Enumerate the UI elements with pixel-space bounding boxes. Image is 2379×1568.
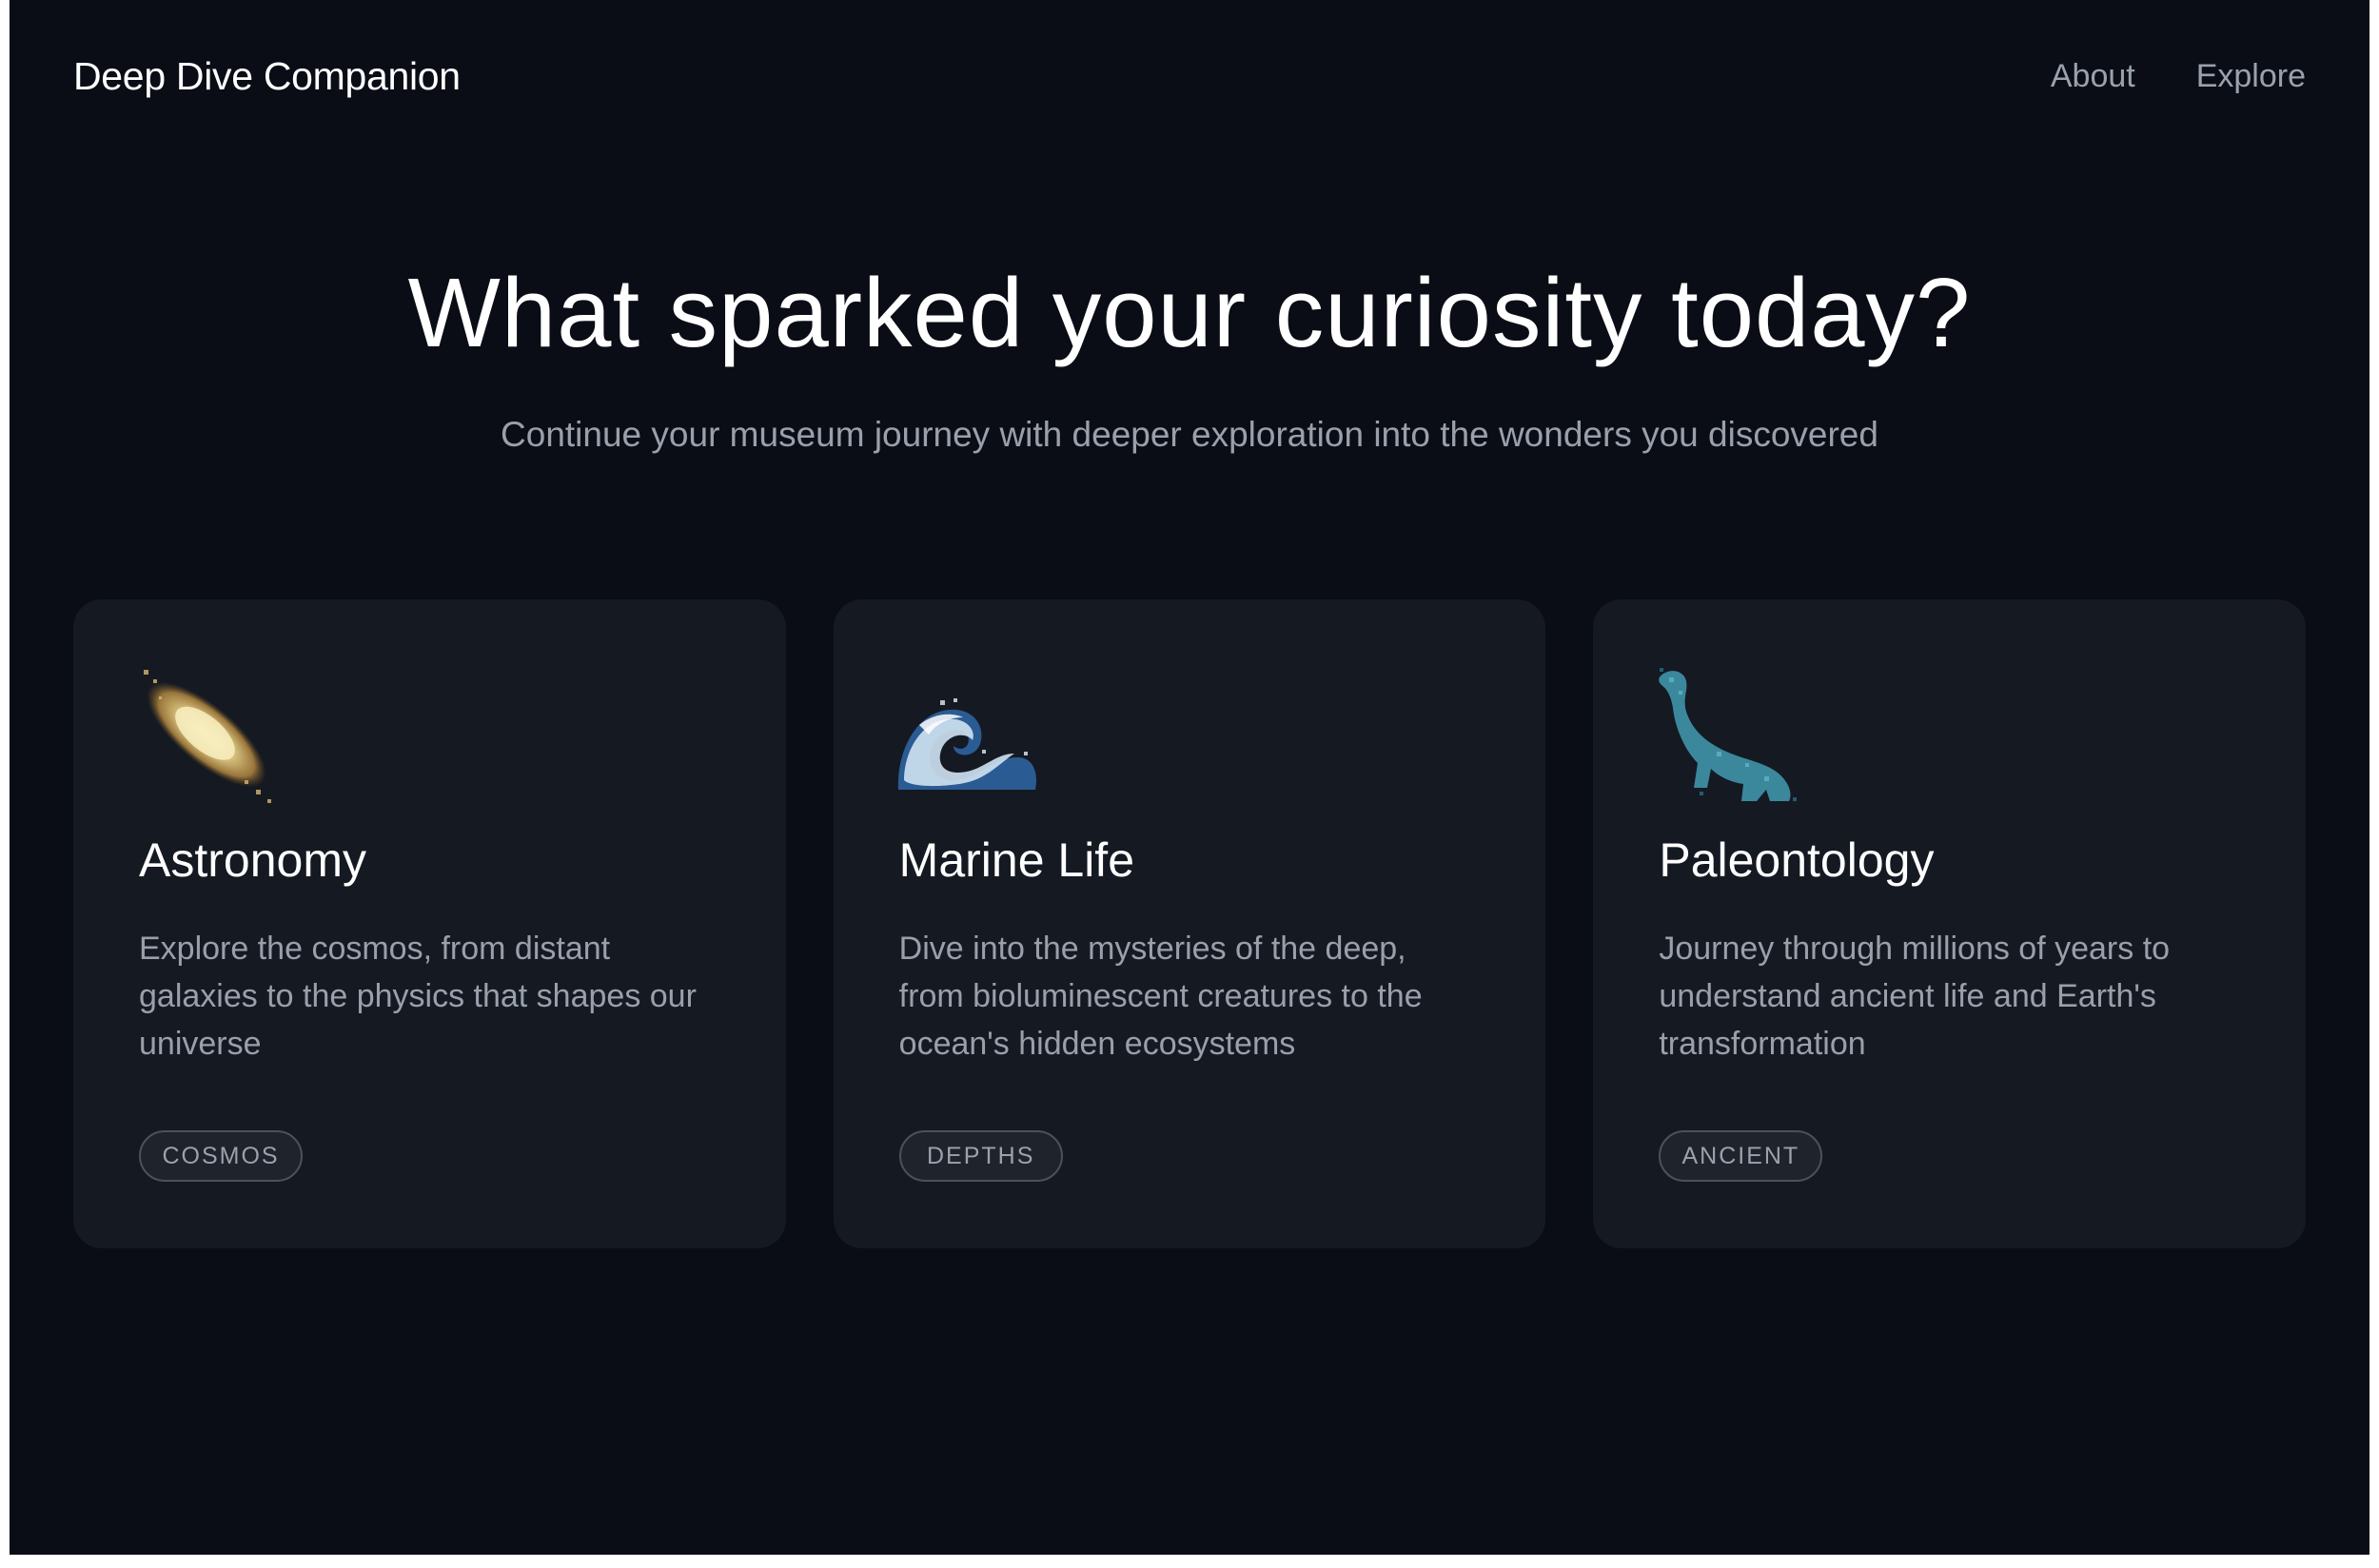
card-tag: ANCIENT [1659,1130,1823,1182]
hero-section: What sparked your curiosity today? Conti… [10,257,2369,455]
dinosaur-icon [1659,668,1798,801]
hero-subtitle: Continue your museum journey with deeper… [501,415,1878,455]
main-nav: About Explore [2051,58,2306,95]
card-description: Journey through millions of years to und… [1659,931,2171,1062]
topic-card-astronomy[interactable]: Astronomy Explore the cosmos, from dista… [73,599,786,1248]
hero-title: What sparked your curiosity today? [407,258,1972,367]
topic-card-marine-life[interactable]: Marine Life Dive into the mysteries of t… [833,599,1546,1248]
card-title: Astronomy [139,833,366,887]
card-tag: DEPTHS [898,1130,1063,1182]
nav-link-explore[interactable]: Explore [2196,58,2306,95]
card-tag: COSMOS [139,1130,303,1182]
card-title: Paleontology [1659,833,1935,887]
topic-cards: Astronomy Explore the cosmos, from dista… [73,599,2307,1248]
app-root: Deep Dive Companion About Explore What s… [10,0,2369,1555]
topic-card-paleontology[interactable]: Paleontology Journey through millions of… [1593,599,2307,1248]
card-description: Explore the cosmos, from distant galaxie… [139,931,697,1062]
wave-icon [897,698,1036,790]
nav-link-about[interactable]: About [2051,58,2135,95]
galaxy-icon [144,670,271,803]
brand-name[interactable]: Deep Dive Companion [73,54,461,99]
card-description: Dive into the mysteries of the deep, fro… [898,931,1423,1062]
card-title: Marine Life [898,833,1135,887]
site-header: Deep Dive Companion About Explore [73,48,2306,105]
